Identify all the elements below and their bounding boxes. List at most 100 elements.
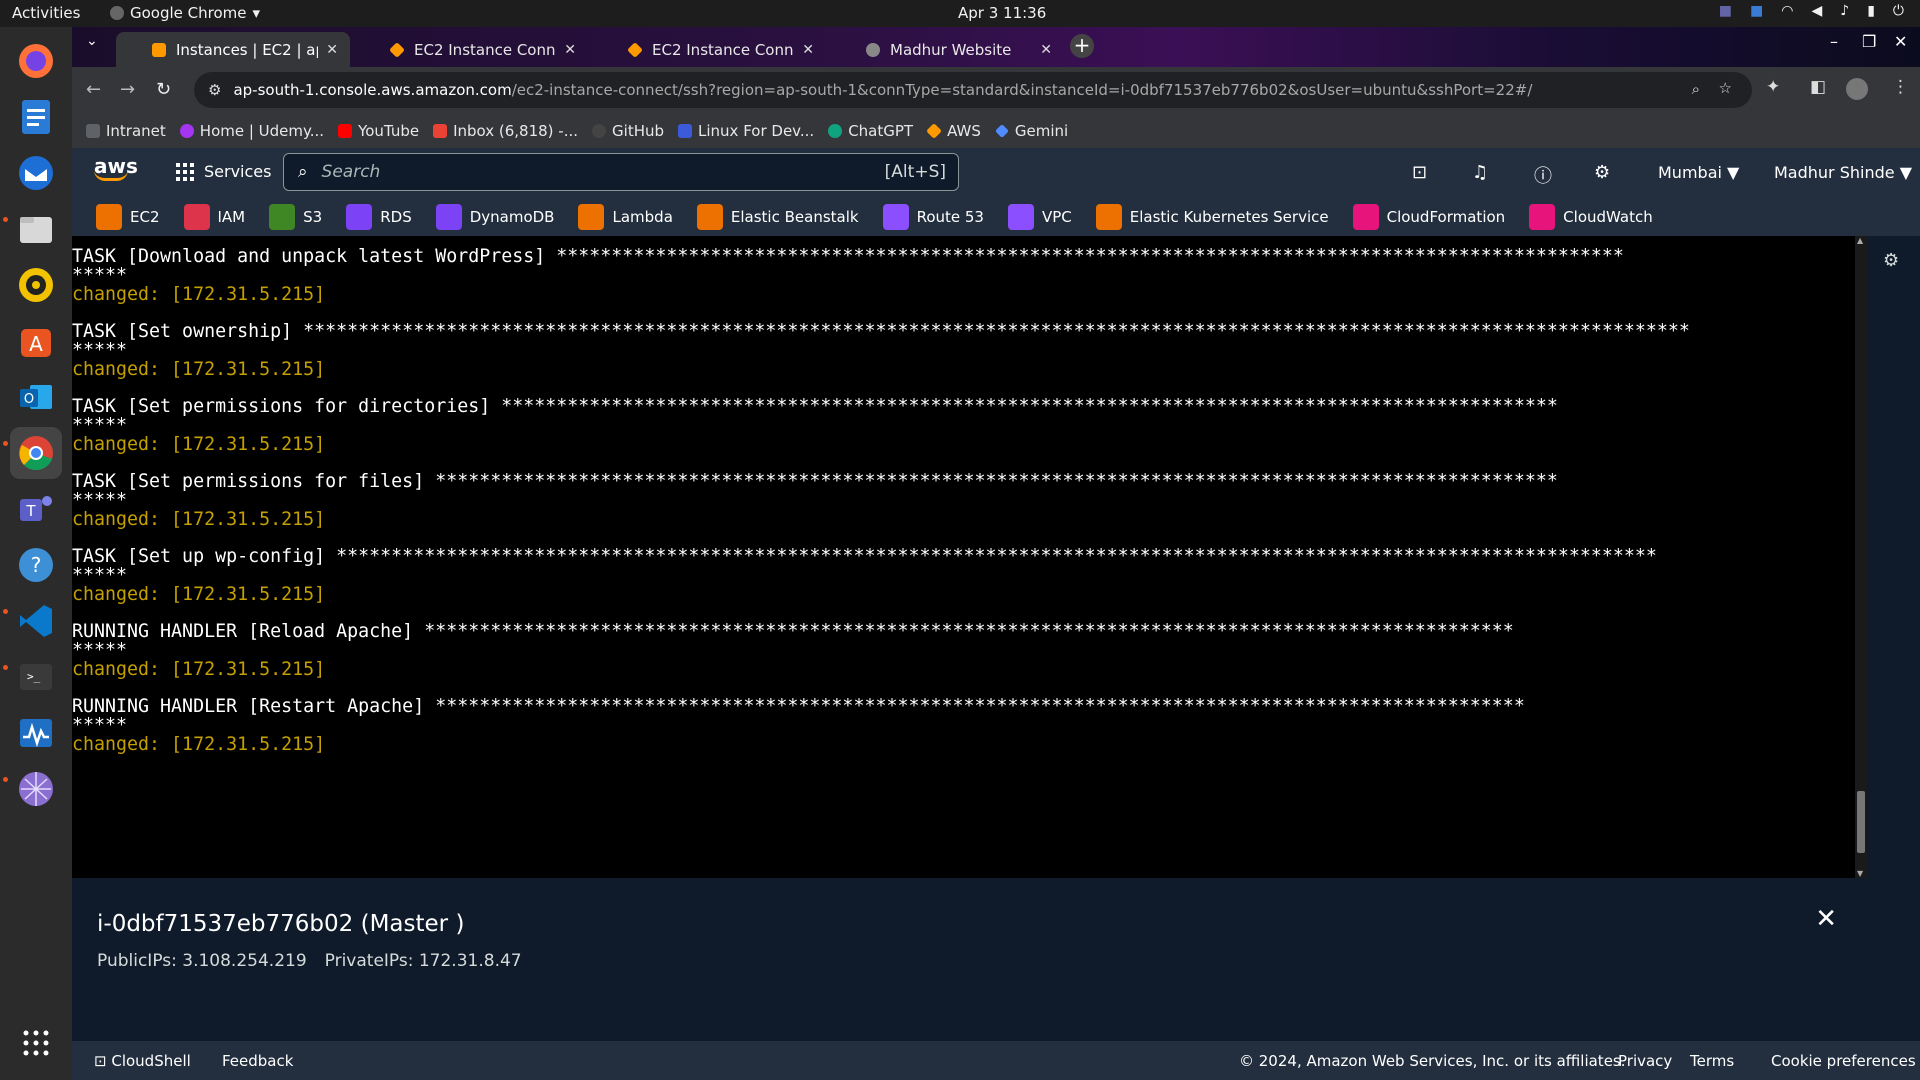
- tab-title: Instances | EC2 | ap-south: [176, 40, 318, 59]
- teams-tray-icon[interactable]: ■: [1719, 3, 1732, 19]
- favorite-route-53[interactable]: Route 53: [882, 204, 984, 230]
- tab-ec2-instance-connect-2[interactable]: EC2 Instance Connect | a ✕: [592, 32, 826, 67]
- extensions-icon[interactable]: ✦: [1766, 77, 1780, 97]
- settings-panel-icon[interactable]: ⚙: [1883, 250, 1899, 271]
- terminal-changed-line: changed: [172.31.5.215]: [72, 358, 326, 380]
- app-tray-icon[interactable]: ■: [1750, 3, 1763, 19]
- search-input[interactable]: ⌕ Search [Alt+S]: [283, 153, 959, 191]
- tab-instances-ec2[interactable]: Instances | EC2 | ap-south ✕: [116, 32, 350, 67]
- terminal-scrollbar[interactable]: ▲ ▼: [1855, 236, 1867, 878]
- feedback-link[interactable]: Feedback: [222, 1052, 293, 1070]
- restore-icon[interactable]: ❐: [1862, 32, 1876, 51]
- favorite-s3[interactable]: S3: [269, 204, 322, 230]
- cloudshell-link[interactable]: ⊡ CloudShell: [94, 1052, 191, 1070]
- vscode-icon[interactable]: [10, 595, 62, 647]
- settings-gear-icon[interactable]: ⚙: [1594, 162, 1610, 183]
- favorite-iam[interactable]: IAM: [183, 204, 245, 230]
- aws-logo[interactable]: aws: [94, 154, 138, 181]
- right-utility-rail: ⚙: [1867, 236, 1920, 1041]
- favorite-cloudwatch[interactable]: CloudWatch: [1529, 204, 1653, 230]
- bookmark-chatgpt[interactable]: ChatGPT: [828, 122, 913, 140]
- network-app-icon[interactable]: [10, 763, 62, 815]
- favorite-lambda[interactable]: Lambda: [578, 204, 673, 230]
- bookmark-linux[interactable]: Linux For Dev...: [678, 122, 814, 140]
- side-panel-icon[interactable]: ◧: [1810, 77, 1826, 97]
- app-grid-icon[interactable]: [10, 1017, 62, 1069]
- region-selector[interactable]: Mumbai ▼: [1658, 163, 1739, 182]
- bookmark-udemy[interactable]: Home | Udemy...: [179, 122, 324, 140]
- address-bar[interactable]: ⚙ ap-south-1.console.aws.amazon.com /ec2…: [194, 72, 1752, 108]
- cloudshell-icon: ⊡: [94, 1052, 107, 1070]
- help-icon[interactable]: ⓘ: [1534, 162, 1552, 188]
- bookmark-youtube[interactable]: YouTube: [338, 122, 419, 140]
- favorite-ec2[interactable]: EC2: [96, 204, 160, 230]
- scroll-down-icon[interactable]: ▼: [1857, 869, 1863, 878]
- cookie-preferences-link[interactable]: Cookie preferences: [1771, 1052, 1916, 1070]
- minimize-icon[interactable]: –: [1830, 32, 1838, 51]
- firefox-icon[interactable]: [10, 35, 62, 87]
- back-arrow-icon[interactable]: ←: [86, 79, 101, 100]
- favorite-label: S3: [303, 208, 323, 226]
- files-icon[interactable]: [10, 203, 62, 255]
- bookmark-intranet[interactable]: Intranet: [86, 122, 166, 140]
- system-tray[interactable]: ■ ■ ◠ ◀ ♪ ▮ ⏻: [1719, 3, 1904, 19]
- notifications-bell-icon[interactable]: ♫: [1472, 162, 1488, 183]
- bookmark-gemini[interactable]: Gemini: [994, 122, 1068, 140]
- battery-icon[interactable]: ▮: [1867, 3, 1875, 19]
- favorite-rds[interactable]: RDS: [346, 204, 412, 230]
- aws-favicon-icon: [389, 41, 405, 58]
- tab-search-chevron-icon[interactable]: ⌄: [86, 33, 98, 49]
- privacy-link[interactable]: Privacy: [1618, 1052, 1672, 1070]
- tab-madhur-website[interactable]: Madhur Website ✕: [830, 32, 1064, 67]
- software-center-icon[interactable]: A: [10, 315, 62, 367]
- power-icon[interactable]: ⏻: [1893, 3, 1904, 19]
- help-icon[interactable]: ?: [10, 539, 62, 591]
- writer-icon[interactable]: [10, 91, 62, 143]
- bookmark-star-icon[interactable]: ☆: [1719, 79, 1732, 97]
- rhythmbox-icon[interactable]: [10, 259, 62, 311]
- bookmark-github[interactable]: GitHub: [592, 122, 664, 140]
- activities-button[interactable]: Activities: [12, 4, 80, 22]
- favorite-elastic-kubernetes-service[interactable]: Elastic Kubernetes Service: [1095, 204, 1329, 230]
- new-tab-button[interactable]: +: [1070, 34, 1094, 58]
- chrome-icon[interactable]: [10, 427, 62, 479]
- system-monitor-icon[interactable]: [10, 707, 62, 759]
- close-tab-icon[interactable]: ✕: [564, 42, 576, 58]
- favorite-vpc[interactable]: VPC: [1007, 204, 1072, 230]
- cloudshell-icon[interactable]: ⊡: [1412, 162, 1427, 183]
- close-window-icon[interactable]: ✕: [1894, 32, 1907, 51]
- bookmark-gmail[interactable]: Inbox (6,818) -...: [433, 122, 578, 140]
- wifi-icon[interactable]: ◠: [1781, 3, 1793, 19]
- reload-icon[interactable]: ↻: [156, 79, 171, 100]
- profile-avatar[interactable]: [1846, 78, 1868, 100]
- favorite-dynamodb[interactable]: DynamoDB: [435, 204, 554, 230]
- clock[interactable]: Apr 3 11:36: [958, 4, 1046, 22]
- scrollbar-thumb[interactable]: [1857, 791, 1865, 853]
- ssh-terminal[interactable]: TASK [Download and unpack latest WordPre…: [72, 236, 1855, 878]
- close-panel-icon[interactable]: ✕: [1815, 904, 1837, 934]
- account-menu[interactable]: Madhur Shinde ▼: [1774, 163, 1912, 182]
- site-info-icon[interactable]: ⚙: [208, 81, 221, 99]
- bookmark-aws[interactable]: AWS: [926, 122, 981, 140]
- close-tab-icon[interactable]: ✕: [802, 42, 814, 58]
- services-menu-button[interactable]: Services: [176, 162, 271, 181]
- outlook-icon[interactable]: O: [10, 371, 62, 423]
- zoom-icon[interactable]: ⌕: [1692, 80, 1700, 98]
- close-tab-icon[interactable]: ✕: [1040, 42, 1052, 58]
- favorite-elastic-beanstalk[interactable]: Elastic Beanstalk: [696, 204, 859, 230]
- url-host: ap-south-1.console.aws.amazon.com: [233, 81, 512, 99]
- scroll-up-icon[interactable]: ▲: [1857, 236, 1863, 245]
- running-indicator: [3, 441, 8, 446]
- microphone-icon[interactable]: ♪: [1840, 3, 1849, 19]
- volume-icon[interactable]: ◀: [1811, 3, 1822, 19]
- tab-ec2-instance-connect-1[interactable]: EC2 Instance Connect | a ✕: [354, 32, 588, 67]
- thunderbird-icon[interactable]: [10, 147, 62, 199]
- terminal-icon[interactable]: >_: [10, 651, 62, 703]
- favorite-cloudformation[interactable]: CloudFormation: [1352, 204, 1505, 230]
- teams-icon[interactable]: T: [10, 483, 62, 535]
- chrome-menu-icon[interactable]: ⋮: [1892, 77, 1909, 97]
- app-menu[interactable]: Google Chrome ▾: [110, 4, 260, 22]
- close-tab-icon[interactable]: ✕: [326, 42, 338, 58]
- forward-arrow-icon[interactable]: →: [120, 79, 135, 100]
- terms-link[interactable]: Terms: [1690, 1052, 1734, 1070]
